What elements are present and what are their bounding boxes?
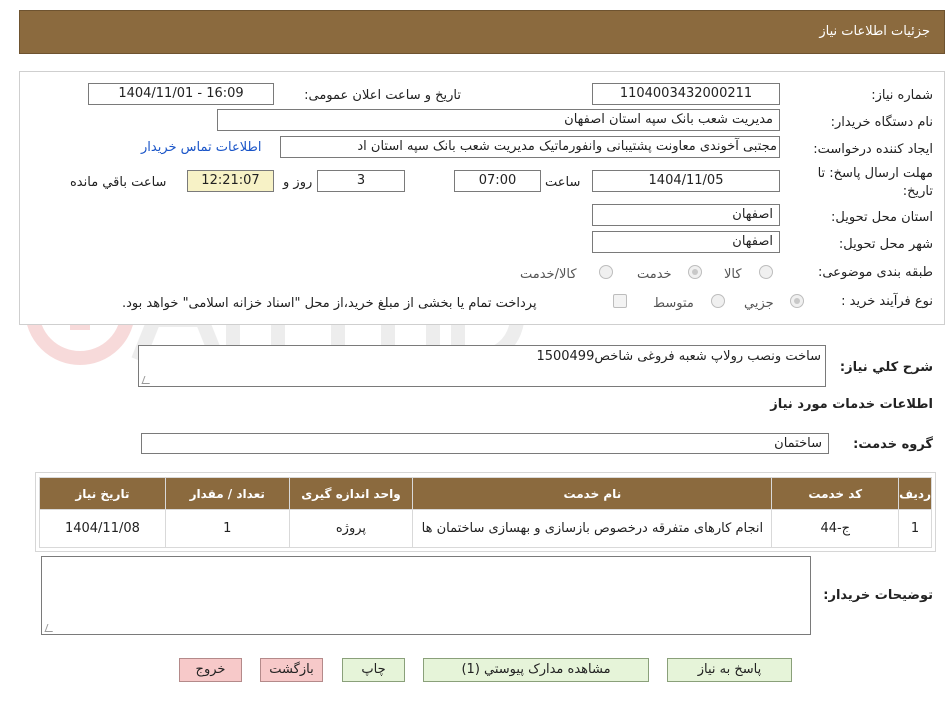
service-group-field[interactable]: ساختمان [141,433,829,454]
services-table: ردیف کد خدمت نام خدمت واحد اندازه گیری ت… [39,477,932,548]
requester-label: ایجاد کننده درخواست: [813,142,933,157]
city-label: شهر محل تحویل: [838,237,933,252]
view-attachments-button[interactable]: مشاهده مدارک پیوستي (1) [423,658,649,682]
cell-service-name: انجام کارهای متفرقه درخصوص بازسازی و بهس… [412,509,773,548]
city-field[interactable]: اصفهان [592,231,780,253]
service-group-label: گروه خدمت: [853,437,933,452]
services-table-header: ردیف کد خدمت نام خدمت واحد اندازه گیری ت… [39,477,932,510]
category-goods-service-label: کالا/خدمت [520,267,577,282]
summary-textarea[interactable]: ساخت ونصب رولاپ شعبه فروغی شاخص1500499 [138,345,826,387]
announce-label: تاریخ و ساعت اعلان عمومی: [304,88,461,103]
cell-unit: پروژه [288,509,414,548]
process-label: نوع فرآیند خرید : [841,294,933,309]
col-row-number: ردیف [898,477,932,510]
col-unit: واحد اندازه گیری [288,477,414,510]
buyer-contact-link[interactable]: اطلاعات تماس خریدار [141,140,261,155]
resize-grip-icon [141,376,153,384]
cell-need-date: 1404/11/08 [39,509,166,548]
deadline-date-field[interactable]: 1404/11/05 [592,170,780,192]
buyer-org-label: نام دستگاه خریدار: [830,115,933,130]
buyer-org-field[interactable]: مدیریت شعب بانک سپه استان اصفهان [217,109,780,131]
days-label: روز و [283,175,313,190]
process-minor-label: جزیي [744,296,774,311]
category-service-radio[interactable] [688,265,702,279]
treasury-payment-checkbox[interactable] [613,294,627,308]
province-field[interactable]: اصفهان [592,204,780,226]
remaining-time-label: ساعت باقي مانده [70,175,167,190]
services-section-title: اطلاعات خدمات مورد نیاز [770,397,933,412]
requester-field[interactable]: مجتبی آخوندی معاونت پشتیبانی وانفورماتیک… [280,136,780,158]
announce-datetime-field[interactable]: 1404/11/01 - 16:09 [88,83,274,105]
need-number-field[interactable]: 1104003432000211 [592,83,780,105]
col-quantity: تعداد / مقدار [164,477,290,510]
table-row: 1 ج-44 انجام کارهای متفرقه درخصوص بازساز… [39,509,932,548]
summary-text: ساخت ونصب رولاپ شعبه فروغی شاخص1500499 [536,349,821,364]
resize-grip-icon [44,624,56,632]
reply-button[interactable]: پاسخ به نیاز [667,658,792,682]
col-need-date: تاریخ نیاز [39,477,166,510]
category-service-label: خدمت [637,267,672,282]
process-medium-radio[interactable] [711,294,725,308]
category-goods-label: کالا [724,267,742,282]
days-remaining-field[interactable]: 3 [317,170,405,192]
process-medium-label: متوسط [653,296,694,311]
buyer-notes-textarea[interactable] [41,556,811,635]
process-minor-radio[interactable] [790,294,804,308]
remaining-time-field: 12:21:07 [187,170,274,192]
category-goods-radio[interactable] [759,265,773,279]
deadline-time-label: ساعت [545,175,581,190]
buyer-notes-label: توضیحات خریدار: [823,588,933,603]
province-label: استان محل تحویل: [831,210,933,225]
need-number-label: شماره نیاز: [871,88,933,103]
cell-quantity: 1 [164,509,290,548]
deadline-label: مهلت ارسال پاسخ: تا تاریخ: [817,166,933,199]
deadline-time-field[interactable]: 07:00 [454,170,541,192]
exit-button[interactable]: خروج [179,658,242,682]
col-service-code: کد خدمت [771,477,900,510]
category-goods-service-radio[interactable] [599,265,613,279]
cell-service-code: ج-44 [771,509,900,548]
treasury-payment-note: پرداخت تمام یا بخشی از مبلغ خرید،از محل … [122,296,537,311]
page-title: جزئیات اطلاعات نیاز [819,24,930,39]
col-service-name: نام خدمت [412,477,773,510]
summary-label: شرح کلي نیاز: [839,360,933,375]
category-label: طبقه بندی موضوعی: [817,265,933,280]
cell-row-number: 1 [898,509,932,548]
print-button[interactable]: چاپ [342,658,405,682]
back-button[interactable]: بازگشت [260,658,323,682]
page-header: جزئیات اطلاعات نیاز [19,10,945,54]
